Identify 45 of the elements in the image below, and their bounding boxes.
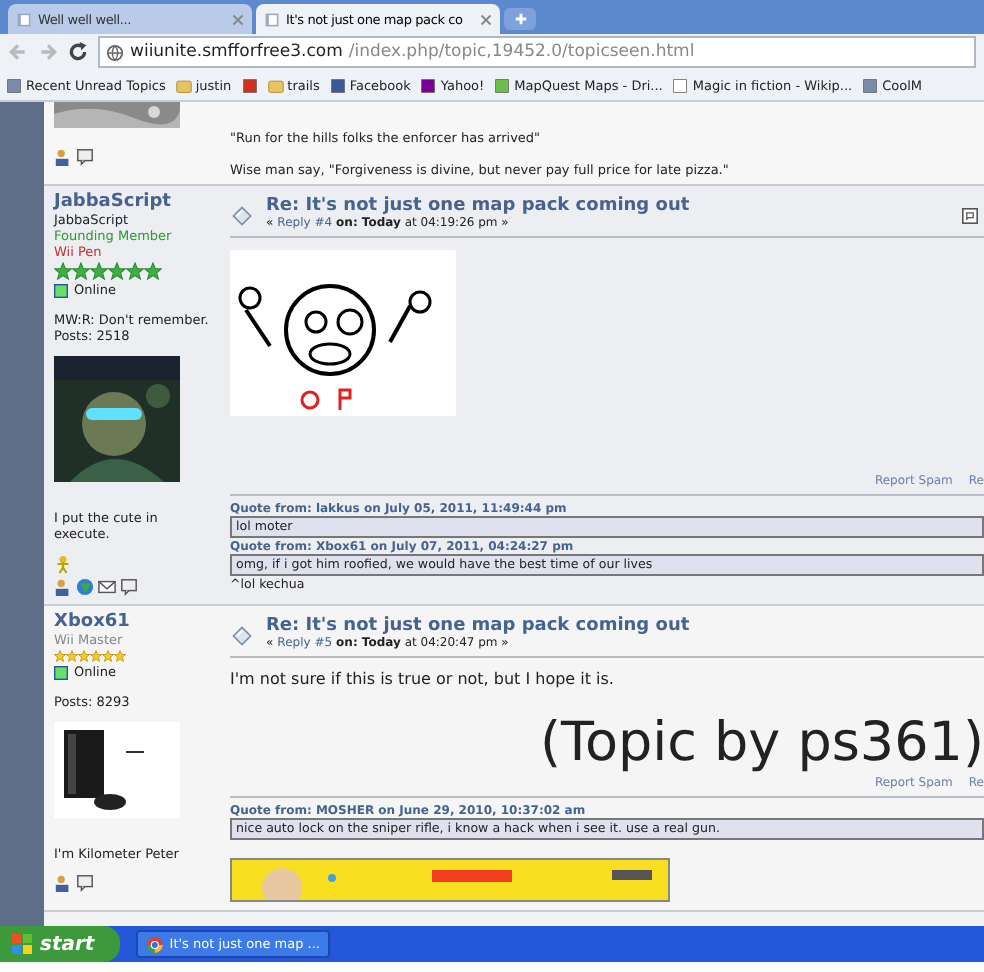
- star-icon: [108, 262, 126, 280]
- post-text: (Topic by ps361): [540, 716, 984, 773]
- globe-icon[interactable]: [76, 578, 94, 596]
- message-icon[interactable]: [120, 578, 138, 596]
- video-icon: [241, 77, 258, 93]
- message-icon[interactable]: [76, 874, 94, 892]
- profile-icon[interactable]: [54, 148, 72, 166]
- post-title[interactable]: Re: It's not just one map pack coming out: [266, 196, 950, 216]
- person-icon: [54, 554, 72, 574]
- star-icon: [72, 262, 90, 280]
- folder-icon: [175, 77, 192, 93]
- star-icon: [144, 262, 162, 280]
- bookmark[interactable]: [241, 77, 258, 93]
- folder-icon: [267, 77, 284, 93]
- post-text: I'm not sure if this is true or not, but I hope it is.: [230, 670, 616, 688]
- profile-icon[interactable]: [54, 874, 72, 892]
- wiki-icon: [672, 77, 689, 93]
- author-name[interactable]: JabbaScript: [54, 192, 171, 212]
- page-icon: [264, 11, 280, 27]
- star-icon: [90, 262, 108, 280]
- quote-icon[interactable]: [962, 208, 978, 224]
- globe-icon: [106, 43, 124, 61]
- page-icon: [16, 11, 32, 27]
- star-icon: [126, 262, 144, 280]
- reload-icon[interactable]: [68, 42, 88, 62]
- page-icon: [862, 77, 879, 93]
- start-button[interactable]: start: [0, 926, 120, 962]
- message-icon[interactable]: [76, 148, 94, 166]
- post-icon: [230, 624, 254, 648]
- mail-icon[interactable]: [98, 578, 116, 596]
- page-icon: [6, 77, 22, 93]
- post-title[interactable]: Re: It's not just one map pack coming out: [266, 616, 984, 636]
- map-icon: [494, 77, 511, 93]
- windows-logo-icon: [12, 934, 32, 954]
- close-icon[interactable]: [480, 13, 492, 25]
- plus-icon: [513, 12, 527, 26]
- yahoo-icon: [420, 77, 437, 93]
- post-icon: [230, 204, 254, 228]
- facebook-icon: [329, 77, 346, 93]
- new-tab-button[interactable]: [504, 8, 536, 30]
- browser-icon: [146, 935, 164, 953]
- star-icon: [54, 262, 72, 280]
- author-name[interactable]: Xbox61: [54, 612, 130, 632]
- profile-icon[interactable]: [54, 578, 72, 596]
- address-bar[interactable]: wiiunite.smfforfree3.com /index.php/topic,19452.0/topicseen.html: [98, 36, 976, 68]
